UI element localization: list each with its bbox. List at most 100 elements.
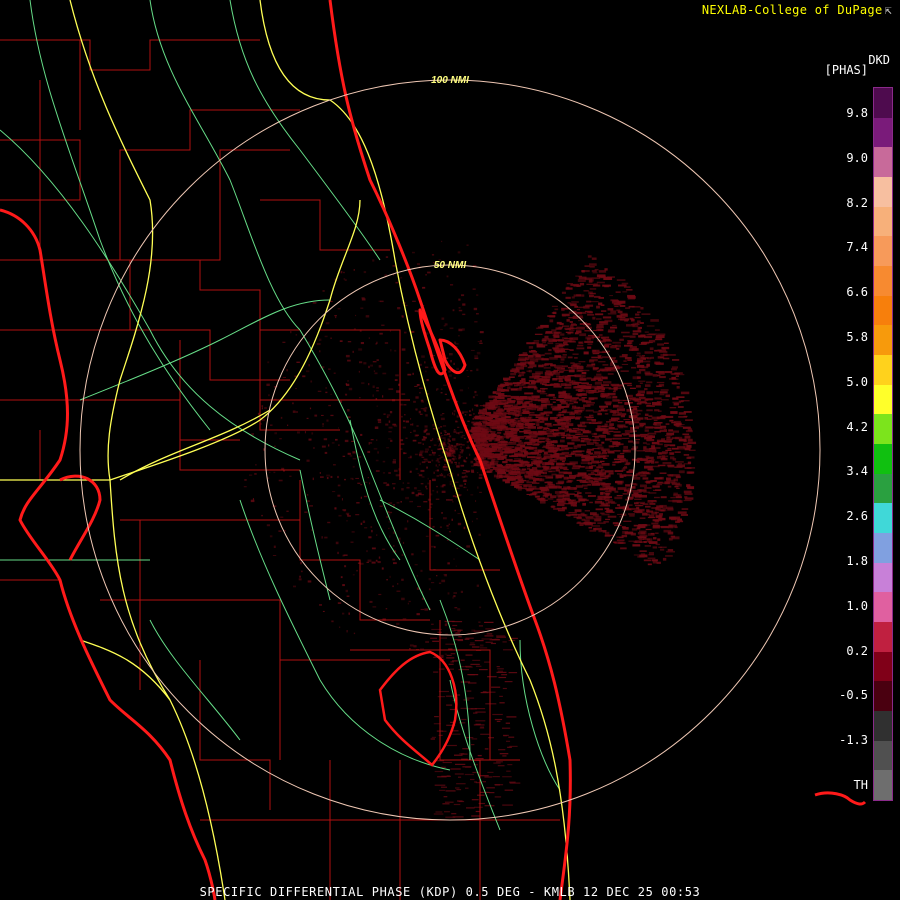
- echo-speck: [506, 716, 517, 718]
- echo-speck: [582, 498, 587, 500]
- echo-speck: [529, 468, 534, 472]
- echo-speck: [447, 432, 450, 435]
- echo-speck: [632, 476, 641, 480]
- echo-speck: [436, 388, 438, 391]
- echo-speck: [571, 467, 580, 470]
- echo-speck: [547, 470, 556, 473]
- echo-speck: [481, 431, 490, 433]
- echo-speck: [295, 388, 297, 390]
- echo-speck: [319, 350, 321, 353]
- echo-speck: [619, 475, 624, 478]
- echo-speck: [542, 364, 547, 367]
- echo-speck: [461, 476, 465, 479]
- echo-speck: [644, 429, 649, 432]
- echo-speck: [556, 444, 564, 447]
- echo-speck: [443, 430, 447, 432]
- echo-speck: [639, 368, 646, 372]
- echo-speck: [376, 405, 379, 407]
- echo-speck: [351, 531, 355, 533]
- echo-speck: [484, 621, 494, 623]
- echo-speck: [474, 394, 479, 396]
- echo-speck: [441, 579, 446, 583]
- echo-speck: [686, 456, 692, 459]
- echo-speck: [620, 415, 625, 418]
- echo-speck: [492, 713, 503, 716]
- echo-speck: [377, 451, 379, 454]
- echo-speck: [539, 426, 543, 429]
- echo-speck: [463, 437, 466, 440]
- echo-speck: [596, 318, 602, 320]
- color-scale-tick-label: 6.6: [846, 285, 868, 300]
- echo-speck: [400, 443, 405, 445]
- echo-speck: [436, 475, 440, 477]
- echo-speck: [444, 464, 447, 466]
- echo-speck: [636, 417, 644, 420]
- echo-speck: [594, 442, 599, 444]
- echo-speck: [279, 438, 282, 440]
- echo-speck: [444, 574, 447, 577]
- echo-speck: [632, 397, 636, 400]
- echo-speck: [552, 347, 559, 350]
- echo-speck: [580, 439, 585, 442]
- echo-speck: [507, 399, 512, 401]
- echo-speck: [659, 351, 668, 353]
- echo-speck: [630, 532, 636, 536]
- echo-speck: [559, 356, 567, 359]
- echo-speck: [448, 473, 450, 475]
- echo-speck: [322, 610, 325, 612]
- echo-speck: [345, 394, 348, 396]
- echo-speck: [610, 299, 619, 302]
- echo-speck: [308, 341, 310, 344]
- echo-speck: [665, 555, 673, 557]
- echo-speck: [363, 271, 367, 274]
- echo-speck: [570, 504, 577, 507]
- echo-speck: [420, 399, 424, 402]
- echo-speck: [651, 559, 658, 562]
- echo-speck: [545, 445, 554, 447]
- echo-speck: [598, 297, 604, 299]
- echo-speck: [629, 335, 636, 338]
- echo-speck: [655, 427, 661, 429]
- echo-speck: [449, 327, 454, 330]
- echo-speck: [561, 460, 565, 463]
- echo-speck: [574, 453, 584, 456]
- echo-speck: [372, 606, 377, 608]
- color-scale-swatch: [874, 414, 892, 445]
- echo-speck: [380, 300, 384, 303]
- echo-speck: [403, 452, 405, 455]
- echo-speck: [472, 418, 474, 420]
- echo-speck: [498, 749, 506, 751]
- echo-speck: [431, 582, 435, 584]
- echo-speck: [684, 435, 691, 439]
- echo-speck: [530, 434, 538, 438]
- echo-speck: [671, 437, 679, 439]
- echo-speck: [479, 421, 483, 423]
- echo-speck: [647, 557, 656, 559]
- echo-speck: [511, 481, 520, 484]
- echo-speck: [612, 461, 619, 464]
- echo-speck: [464, 773, 474, 776]
- echo-speck: [455, 787, 460, 789]
- echo-speck: [594, 436, 600, 439]
- echo-speck: [533, 340, 540, 342]
- echo-speck: [448, 499, 453, 501]
- echo-speck: [461, 444, 465, 446]
- color-scale-tick-label: 9.0: [846, 150, 868, 165]
- echo-speck: [514, 458, 521, 460]
- echo-speck: [476, 368, 479, 371]
- echo-speck: [466, 690, 472, 692]
- echo-speck: [601, 425, 608, 428]
- echo-speck: [533, 443, 540, 446]
- echo-speck: [595, 313, 604, 316]
- echo-speck: [465, 697, 475, 699]
- echo-speck: [452, 309, 455, 312]
- echo-speck: [334, 507, 337, 510]
- echo-speck: [443, 441, 446, 444]
- echo-speck: [269, 535, 273, 538]
- echo-speck: [658, 508, 667, 512]
- echo-speck: [645, 402, 652, 405]
- echo-speck: [385, 484, 390, 487]
- echo-speck: [286, 510, 289, 512]
- echo-speck: [456, 465, 460, 468]
- echo-speck: [521, 461, 530, 464]
